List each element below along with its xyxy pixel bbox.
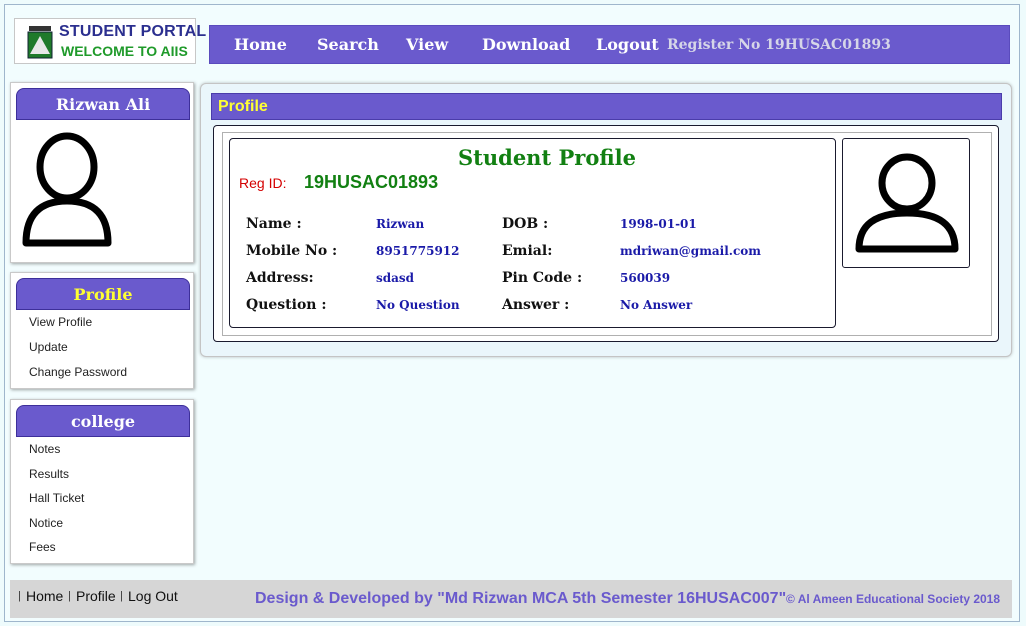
notes-link[interactable]: Notes <box>29 442 60 456</box>
logo[interactable]: STUDENT PORTAL WELCOME TO AIIS <box>14 18 206 64</box>
college-menu-title: college <box>16 405 190 437</box>
email-value: mdriwan@gmail.com <box>620 244 761 258</box>
nav-logout[interactable]: Logout <box>596 35 659 54</box>
view-profile-link[interactable]: View Profile <box>29 315 92 329</box>
name-value: Rizwan <box>376 217 425 231</box>
user-panel: Rizwan Ali <box>10 82 194 263</box>
logo-subtitle: WELCOME TO AIIS <box>61 43 188 59</box>
pincode-label: Pin Code : <box>502 270 583 286</box>
mobile-label: Mobile No : <box>246 243 338 259</box>
footer: | Home | Profile | Log Out Design & Deve… <box>10 580 1012 618</box>
change-password-link[interactable]: Change Password <box>29 365 127 379</box>
question-label: Question : <box>246 297 327 313</box>
section-title: Profile <box>211 93 1002 120</box>
student-profile-title: Student Profile <box>458 145 636 170</box>
name-label: Name : <box>246 216 302 232</box>
college-emblem-icon <box>27 26 53 59</box>
nav-view[interactable]: View <box>406 35 448 54</box>
profile-menu: Profile View Profile Update Change Passw… <box>10 272 194 389</box>
update-link[interactable]: Update <box>29 340 68 354</box>
notice-link[interactable]: Notice <box>29 516 63 530</box>
footer-separator: | <box>18 590 21 602</box>
dob-label: DOB : <box>502 216 549 232</box>
reg-id-value: 19HUSAC01893 <box>304 172 439 192</box>
question-value: No Question <box>376 298 460 312</box>
top-nav: Home Search View Download Logout Registe… <box>209 25 1010 64</box>
hall-ticket-link[interactable]: Hall Ticket <box>29 491 84 505</box>
footer-separator: | <box>68 590 71 602</box>
profile-photo-icon <box>855 153 959 253</box>
reg-id-label: Reg ID: <box>239 175 287 191</box>
user-name: Rizwan Ali <box>16 88 190 120</box>
email-label: Emial: <box>502 243 553 259</box>
mobile-value: 8951775912 <box>376 244 460 258</box>
answer-value: No Answer <box>620 298 693 312</box>
footer-logout-link[interactable]: Log Out <box>128 588 178 604</box>
register-number: Register No 19HUSAC01893 <box>667 37 891 53</box>
pincode-value: 560039 <box>620 271 671 285</box>
nav-search[interactable]: Search <box>317 35 379 54</box>
footer-home-link[interactable]: Home <box>26 588 63 604</box>
footer-profile-link[interactable]: Profile <box>76 588 116 604</box>
nav-download[interactable]: Download <box>482 35 570 54</box>
profile-menu-title: Profile <box>16 278 190 310</box>
profile-photo-card <box>842 138 970 268</box>
answer-label: Answer : <box>502 297 570 313</box>
fees-link[interactable]: Fees <box>29 540 56 554</box>
footer-separator: | <box>120 590 123 602</box>
results-link[interactable]: Results <box>29 467 69 481</box>
dob-value: 1998-01-01 <box>620 217 697 231</box>
logo-title: STUDENT PORTAL <box>59 23 207 40</box>
address-label: Address: <box>246 270 314 286</box>
nav-home[interactable]: Home <box>234 35 287 54</box>
footer-credit: Design & Developed by "Md Rizwan MCA 5th… <box>255 590 787 607</box>
college-menu: college Notes Results Hall Ticket Notice… <box>10 399 194 564</box>
address-value: sdasd <box>376 271 415 285</box>
user-avatar-icon <box>22 132 112 247</box>
footer-copyright: © Al Ameen Educational Society 2018 <box>786 592 1001 606</box>
